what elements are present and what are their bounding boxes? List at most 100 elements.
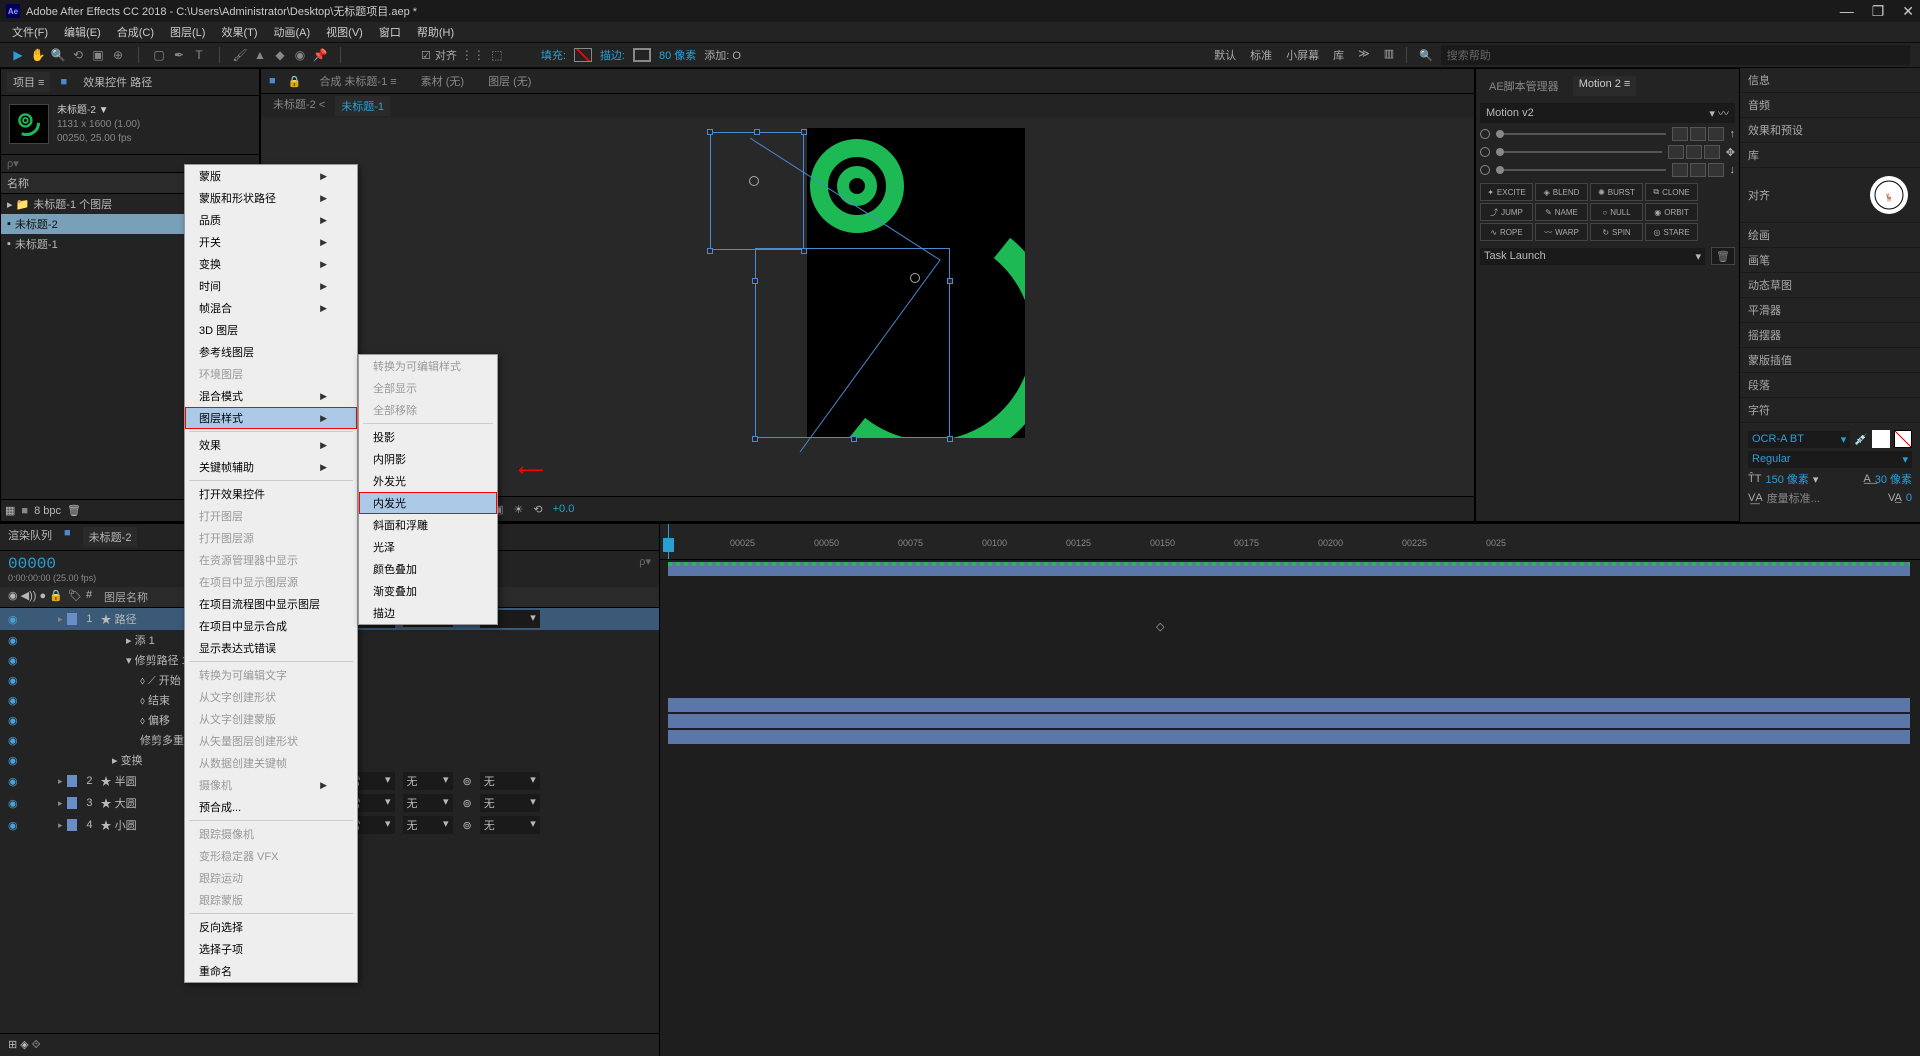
info-panel[interactable]: 信息 bbox=[1740, 68, 1920, 93]
viewer-tab-comp[interactable]: 合成 未标题-1 ≡ bbox=[313, 71, 402, 91]
ctx-sub-颜色叠加[interactable]: 颜色叠加 bbox=[359, 558, 497, 580]
jump-button[interactable]: ⤴ JUMP bbox=[1480, 203, 1533, 221]
ctx-在项目流程图中显示图层[interactable]: 在项目流程图中显示图层 bbox=[185, 593, 357, 615]
stroke-swatch[interactable] bbox=[633, 48, 651, 62]
task-launch-dropdown[interactable]: Task Launch▾ bbox=[1480, 248, 1705, 265]
task-delete-button[interactable]: 🗑 bbox=[1711, 247, 1735, 265]
viewer-tab-layer[interactable]: 图层 (无) bbox=[482, 71, 537, 91]
orbit-button[interactable]: ◉ ORBIT bbox=[1645, 203, 1698, 221]
stroke-label[interactable]: 描边: bbox=[600, 47, 625, 63]
maximize-button[interactable]: ❐ bbox=[1872, 3, 1885, 20]
workspace-library[interactable]: 库 bbox=[1333, 47, 1344, 63]
stroke-color-swatch[interactable] bbox=[1894, 430, 1912, 448]
workspace-more[interactable]: ≫ bbox=[1358, 47, 1370, 63]
effects-presets-panel[interactable]: 效果和预设 bbox=[1740, 118, 1920, 143]
menu-composition[interactable]: 合成(C) bbox=[109, 22, 162, 42]
ctx-预合成...[interactable]: 预合成... bbox=[185, 796, 357, 818]
roto-tool-icon[interactable]: ◉ bbox=[292, 47, 308, 63]
puppet-tool-icon[interactable]: 📌 bbox=[312, 47, 328, 63]
timeline-comp-tab[interactable]: 未标题-2 bbox=[83, 527, 138, 547]
warp-button[interactable]: 〰 WARP bbox=[1535, 223, 1588, 241]
ctx-sub-光泽[interactable]: 光泽 bbox=[359, 536, 497, 558]
ctx-反向选择[interactable]: 反向选择 bbox=[185, 916, 357, 938]
project-tab[interactable]: 项目 ≡ bbox=[7, 72, 50, 92]
workspace-options-icon[interactable]: ▥ bbox=[1384, 47, 1394, 63]
snap-edge-icon[interactable]: ⬚ bbox=[489, 47, 505, 63]
pen-tool-icon[interactable]: ✒ bbox=[171, 47, 187, 63]
snapping-icon[interactable]: ⋮⋮ bbox=[465, 47, 481, 63]
motion-version-dropdown[interactable]: Motion v2▾ 〰 bbox=[1480, 103, 1735, 123]
null-button[interactable]: ○ NULL bbox=[1590, 203, 1643, 221]
comp-thumbnail[interactable] bbox=[9, 104, 49, 144]
ctx-打开效果控件[interactable]: 打开效果控件 bbox=[185, 483, 357, 505]
menu-effect[interactable]: 效果(T) bbox=[213, 22, 265, 42]
align-mc[interactable] bbox=[1686, 145, 1702, 159]
workspace-small[interactable]: 小屏幕 bbox=[1286, 47, 1319, 63]
render-queue-tab[interactable]: 渲染队列 bbox=[8, 527, 52, 547]
fill-label[interactable]: 填充: bbox=[541, 47, 566, 63]
clone-button[interactable]: ⧉ CLONE bbox=[1645, 183, 1698, 201]
align-br[interactable] bbox=[1708, 163, 1724, 177]
text-tool-icon[interactable]: T bbox=[191, 47, 207, 63]
menu-file[interactable]: 文件(F) bbox=[4, 22, 56, 42]
ctx-sub-描边[interactable]: 描边 bbox=[359, 602, 497, 624]
breadcrumb-comp-2[interactable]: 未标题-2 < bbox=[273, 96, 325, 116]
help-search-input[interactable]: 搜索帮助 bbox=[1441, 45, 1910, 65]
lock-icon[interactable]: 🔒 bbox=[288, 75, 302, 88]
workspace-default[interactable]: 默认 bbox=[1214, 47, 1236, 63]
ctx-选择子项[interactable]: 选择子项 bbox=[185, 938, 357, 960]
project-interp-icon[interactable]: ▦ bbox=[5, 504, 15, 517]
ctx-重命名[interactable]: 重命名 bbox=[185, 960, 357, 982]
viewer-tab-footage[interactable]: 素材 (无) bbox=[415, 71, 470, 91]
ctx-sub-内阴影[interactable]: 内阴影 bbox=[359, 448, 497, 470]
current-timecode[interactable]: 00000 bbox=[8, 555, 96, 573]
ctx-sub-斜面和浮雕[interactable]: 斜面和浮雕 bbox=[359, 514, 497, 536]
fill-color-swatch[interactable] bbox=[1872, 430, 1890, 448]
ctx-品质[interactable]: 品质▶ bbox=[185, 209, 357, 231]
ctx-在项目中显示合成[interactable]: 在项目中显示合成 bbox=[185, 615, 357, 637]
library-panel[interactable]: 库 bbox=[1740, 143, 1920, 168]
exposure-value[interactable]: +0.0 bbox=[553, 503, 575, 515]
exposure-icon[interactable]: ☀ bbox=[514, 503, 524, 516]
script-manager-tab[interactable]: AE脚本管理器 bbox=[1483, 76, 1565, 96]
audio-panel[interactable]: 音频 bbox=[1740, 93, 1920, 118]
anchor-radio-3[interactable] bbox=[1480, 165, 1490, 175]
anchor-tool-icon[interactable]: ⊕ bbox=[110, 47, 126, 63]
timeline-tracks[interactable]: 0002500050000750010000125001500017500200… bbox=[660, 524, 1920, 1056]
minimize-button[interactable]: — bbox=[1840, 3, 1854, 20]
menu-animation[interactable]: 动画(A) bbox=[266, 22, 319, 42]
ctx-参考线图层[interactable]: 参考线图层 bbox=[185, 341, 357, 363]
orbit-tool-icon[interactable]: ⟲ bbox=[70, 47, 86, 63]
font-family-dropdown[interactable]: OCR-A BT▾ bbox=[1748, 431, 1850, 448]
font-style-dropdown[interactable]: Regular▾ bbox=[1748, 451, 1912, 468]
motion-sketch-panel[interactable]: 动态草图 bbox=[1740, 273, 1920, 298]
stare-button[interactable]: ◎ STARE bbox=[1645, 223, 1698, 241]
rect-tool-icon[interactable]: ▢ bbox=[151, 47, 167, 63]
blend-button[interactable]: ◈ BLEND bbox=[1535, 183, 1588, 201]
timeline-search[interactable]: ρ▾ bbox=[639, 555, 651, 583]
align-bc[interactable] bbox=[1690, 163, 1706, 177]
ctx-帧混合[interactable]: 帧混合▶ bbox=[185, 297, 357, 319]
ctx-3D 图层[interactable]: 3D 图层 bbox=[185, 319, 357, 341]
ctx-sub-外发光[interactable]: 外发光 bbox=[359, 470, 497, 492]
trash-icon[interactable]: 🗑 bbox=[67, 504, 81, 517]
toggle-switches-icon[interactable]: ⊞ ◈ ⟐ bbox=[8, 1038, 40, 1052]
align-tl[interactable] bbox=[1672, 127, 1688, 141]
mask-interp-panel[interactable]: 蒙版插值 bbox=[1740, 348, 1920, 373]
kerning[interactable]: 度量标准... bbox=[1767, 490, 1820, 506]
clone-tool-icon[interactable]: ▲ bbox=[252, 47, 268, 63]
bpc-label[interactable]: 8 bpc bbox=[34, 505, 61, 517]
ctx-蒙版[interactable]: 蒙版▶ bbox=[185, 165, 357, 187]
reset-exposure-icon[interactable]: ⟲ bbox=[533, 503, 542, 516]
name-button[interactable]: ✎ NAME bbox=[1535, 203, 1588, 221]
align-tc[interactable] bbox=[1690, 127, 1706, 141]
ctx-显示表达式错误[interactable]: 显示表达式错误 bbox=[185, 637, 357, 659]
paint-panel[interactable]: 绘画 bbox=[1740, 223, 1920, 248]
ctx-关键帧辅助[interactable]: 关键帧辅助▶ bbox=[185, 456, 357, 478]
ctx-蒙版和形状路径[interactable]: 蒙版和形状路径▶ bbox=[185, 187, 357, 209]
avatar[interactable]: 🦌 bbox=[1870, 176, 1908, 214]
ctx-时间[interactable]: 时间▶ bbox=[185, 275, 357, 297]
paragraph-panel[interactable]: 段落 bbox=[1740, 373, 1920, 398]
workspace-standard[interactable]: 标准 bbox=[1250, 47, 1272, 63]
ctx-混合模式[interactable]: 混合模式▶ bbox=[185, 385, 357, 407]
